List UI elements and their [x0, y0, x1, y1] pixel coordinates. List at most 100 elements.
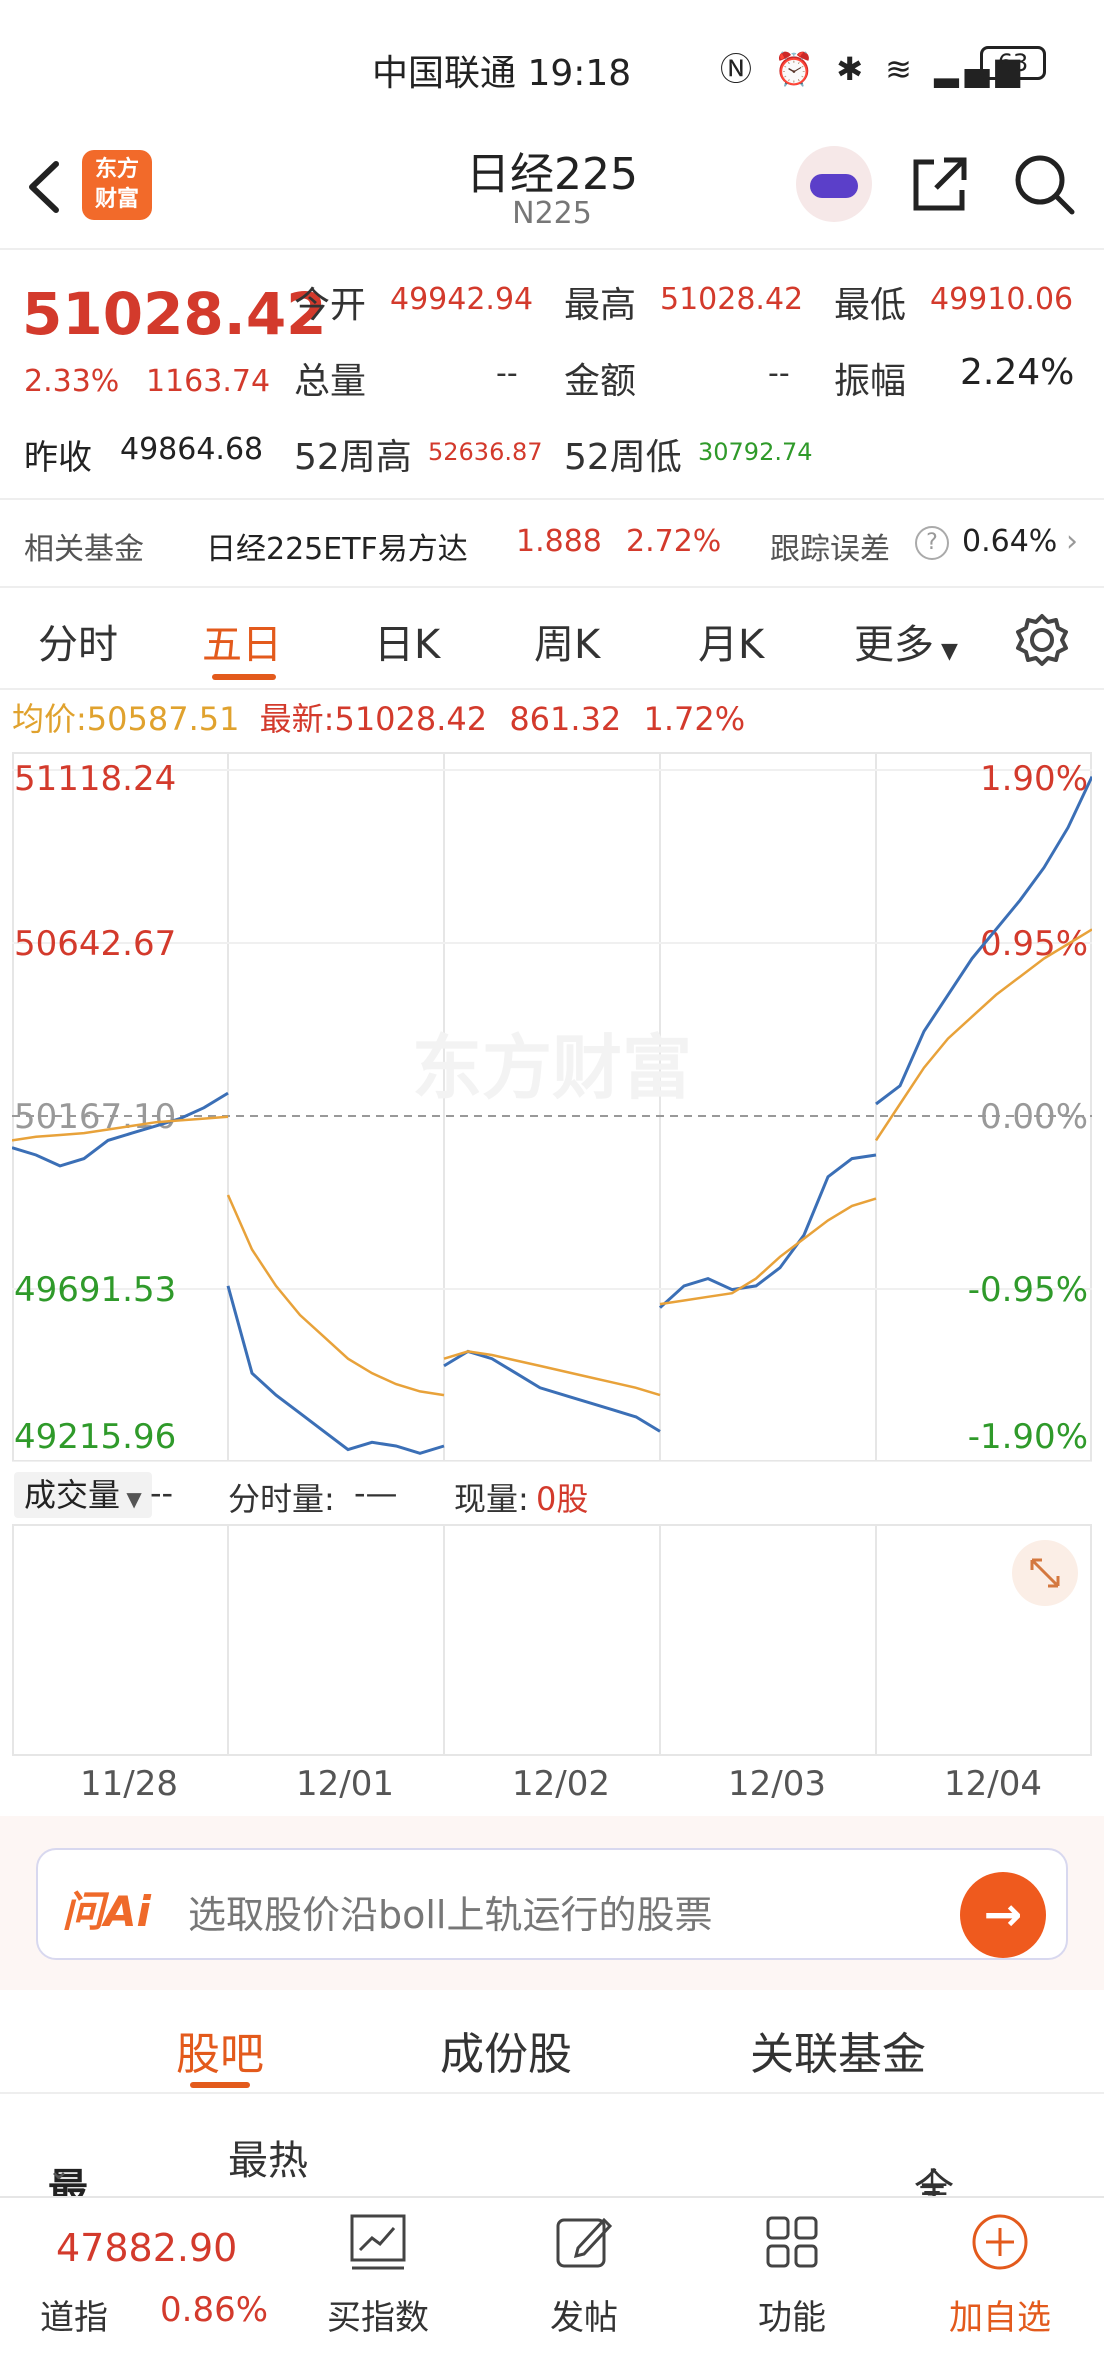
- nav-buy-index[interactable]: 买指数: [288, 2198, 468, 2376]
- battery-icon: 63: [980, 46, 1046, 80]
- volume-header: 成交量 ▼ -- 分时量: -— 现量: 0股: [0, 1466, 1104, 1522]
- gear-icon: [1016, 614, 1068, 666]
- nav-post[interactable]: 发帖: [494, 2198, 674, 2376]
- nav-label: 发帖: [550, 2298, 618, 2338]
- settings-button[interactable]: [1012, 610, 1072, 670]
- volume-indicator-select[interactable]: 成交量 ▼: [14, 1472, 152, 1518]
- ai-prompt: 选取股价沿boll上轨运行的股票: [188, 1893, 713, 1937]
- tracking-error-value: 0.64%: [962, 524, 1058, 559]
- expand-button[interactable]: [1012, 1540, 1078, 1606]
- chart-svg: 东方财富51118.24 1.90%50642.67 0.95%50167.10 0.…: [11, 752, 1094, 1463]
- date-label: 12/04: [944, 1764, 1042, 1804]
- low-label: 最低: [834, 285, 907, 326]
- fund-pct: 2.72%: [626, 524, 722, 559]
- status-bar: 中国联通 19:18 Ⓝ ⏰ ✱ ≋ ▂▄▆ 63: [0, 0, 1104, 130]
- tab-weekly-k[interactable]: 周K: [534, 612, 600, 670]
- volume-select-label: 成交量: [24, 1476, 121, 1514]
- date-label: 12/01: [296, 1764, 394, 1804]
- nav-features[interactable]: 功能: [702, 2198, 882, 2376]
- date-label: 11/28: [80, 1764, 178, 1804]
- date-label: 12/03: [728, 1764, 826, 1804]
- volume-chart[interactable]: [12, 1524, 1092, 1756]
- bottom-nav: 47882.90 道指 0.86% 买指数 发帖 功能 加自选: [0, 2196, 1104, 2376]
- high-label: 最高: [564, 285, 637, 326]
- grid-icon: [766, 2216, 818, 2268]
- fund-name[interactable]: 日经225ETF易方达: [206, 524, 468, 568]
- tab-related-funds[interactable]: 关联基金: [750, 2018, 926, 2082]
- header: 东方 财富 日经225 N225: [0, 130, 1104, 250]
- price-line: [658, 1153, 877, 1309]
- tracking-error-label: 跟踪误差: [770, 532, 890, 567]
- tab-more[interactable]: 更多 ▼: [854, 612, 958, 670]
- open-value: 49942.94: [390, 282, 534, 317]
- w52-low-value: 30792.74: [698, 438, 813, 466]
- latest-change: 861.32: [509, 700, 622, 738]
- caret-down-icon: ▼: [934, 639, 958, 664]
- caret-down-icon: ▼: [120, 1487, 142, 1511]
- ai-section: 问Ai 选取股价沿boll上轨运行的股票 →: [0, 1816, 1104, 1990]
- community-tabs: 股吧 成份股 关联基金: [0, 1994, 1104, 2094]
- chevron-right-icon[interactable]: ›: [1066, 524, 1078, 559]
- y-axis-right-label: -0.95%: [968, 1270, 1088, 1310]
- latest-label: 最新:: [259, 700, 335, 738]
- sort-hot[interactable]: 最热: [228, 2128, 308, 2186]
- sort-row: 最新 ⌄ 最热 ⏚ 全部: [0, 2100, 1104, 2270]
- amount-value: --: [768, 356, 790, 391]
- tab-guba[interactable]: 股吧: [176, 2018, 264, 2082]
- price-line: [443, 1349, 661, 1433]
- nav-index-ticker[interactable]: 47882.90 道指 0.86%: [20, 2198, 280, 2376]
- nav-add-watchlist[interactable]: 加自选: [910, 2198, 1090, 2376]
- nav-label: 买指数: [327, 2298, 429, 2338]
- tab-intraday[interactable]: 分时: [38, 612, 118, 670]
- current-volume-value: 0股: [536, 1480, 589, 1518]
- volume-grid: [227, 1526, 877, 1754]
- change-amount: 1163.74: [146, 364, 271, 399]
- fund-price: 1.888: [516, 524, 602, 559]
- change-percent: 2.33%: [24, 364, 120, 399]
- prev-close-value: 49864.68: [120, 432, 264, 467]
- high-value: 51028.42: [660, 282, 804, 317]
- current-volume-label: 现量:: [454, 1480, 529, 1518]
- subtab-active-indicator: [190, 2082, 250, 2088]
- assistant-robot-icon[interactable]: [796, 146, 872, 222]
- tab-daily-k[interactable]: 日K: [374, 612, 440, 670]
- y-axis-right-label: 1.90%: [980, 759, 1088, 799]
- period-volume-label: 分时量:: [228, 1480, 335, 1518]
- avg-latest-line: 均价:50587.51 最新:51028.42 861.32 1.72%: [12, 694, 745, 740]
- amplitude-value: 2.24%: [960, 352, 1075, 393]
- watermark: 东方财富: [412, 1027, 692, 1109]
- ai-logo: 问Ai: [62, 1887, 151, 1936]
- share-icon: [913, 157, 967, 211]
- nav-label: 功能: [758, 2298, 826, 2338]
- y-axis-right-label: 0.00%: [980, 1097, 1088, 1137]
- edit-icon: [556, 2217, 613, 2268]
- avg-price-line: [226, 1194, 445, 1397]
- nav-label: 加自选: [949, 2298, 1051, 2338]
- date-label: 12/02: [512, 1764, 610, 1804]
- ticker-value: 47882.90: [56, 2226, 238, 2270]
- y-axis-left-label: 51118.24: [14, 759, 176, 799]
- related-fund-row[interactable]: 相关基金 日经225ETF易方达 1.888 2.72% 跟踪误差 ? 0.64…: [0, 500, 1104, 588]
- tab-active-indicator: [212, 674, 276, 680]
- expand-icon: [1030, 1558, 1060, 1588]
- prev-close-label: 昨收: [24, 438, 92, 478]
- y-axis-left-label: 50642.67: [14, 924, 176, 964]
- latest-pct: 1.72%: [643, 700, 746, 738]
- search-button[interactable]: [1012, 152, 1076, 216]
- plus-circle-icon: [972, 2214, 1028, 2270]
- tab-constituents[interactable]: 成份股: [440, 2018, 572, 2082]
- tab-five-day[interactable]: 五日: [202, 612, 282, 670]
- latest-value: 51028.42: [334, 700, 488, 738]
- quote-panel: 51028.42 2.33% 1163.74 昨收 49864.68 今开 49…: [0, 252, 1104, 500]
- chevron-down-icon: ⌄: [48, 2156, 70, 2186]
- share-button[interactable]: [908, 152, 972, 216]
- w52-high-value: 52636.87: [428, 438, 543, 466]
- help-icon[interactable]: ?: [915, 526, 949, 560]
- related-fund-label: 相关基金: [24, 532, 144, 567]
- five-day-chart[interactable]: 东方财富 51118.24 1.90% 50642.67 0.95% 50167.10 0.…: [11, 752, 1094, 1463]
- chart-period-tabs: 分时 五日 日K 周K 月K 更多 ▼: [0, 590, 1104, 690]
- ai-query-box[interactable]: 问Ai 选取股价沿boll上轨运行的股票 →: [36, 1848, 1068, 1960]
- y-axis-right-label: -1.90%: [968, 1417, 1088, 1457]
- tab-monthly-k[interactable]: 月K: [698, 612, 764, 670]
- ai-go-button[interactable]: →: [960, 1872, 1046, 1958]
